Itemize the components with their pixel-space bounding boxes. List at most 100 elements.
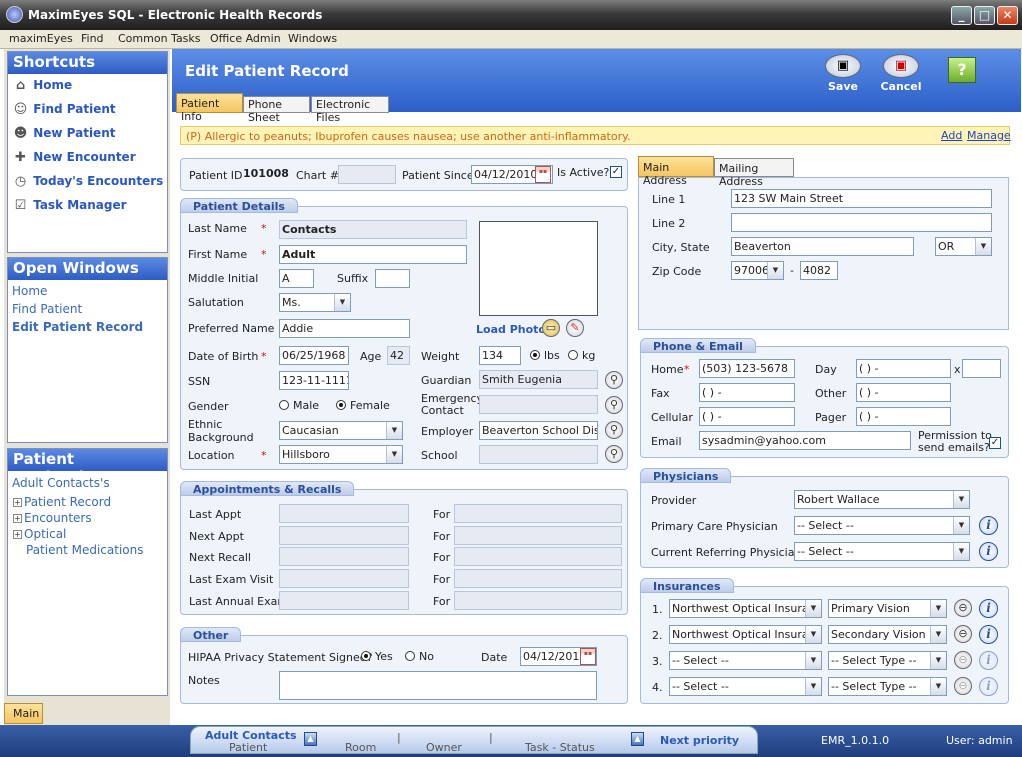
open-window-home[interactable]: Home xyxy=(12,284,47,298)
ethnic-select[interactable]: Caucasian xyxy=(279,421,403,440)
allergy-add-link[interactable]: Add xyxy=(941,129,962,142)
nav-patient-medications[interactable]: Patient Medications xyxy=(26,543,143,557)
menu-maximeyes[interactable]: maximEyes xyxy=(9,32,73,45)
pcp-select[interactable]: -- Select -- xyxy=(794,516,970,535)
load-photo-link[interactable]: Load Photo xyxy=(476,323,546,336)
first-name-field[interactable]: Adult xyxy=(279,245,467,264)
maximize-button[interactable]: □ xyxy=(974,6,995,25)
insurance-type-select[interactable]: -- Select Type -- xyxy=(828,651,947,670)
state-select[interactable]: OR xyxy=(935,237,992,256)
school-field[interactable] xyxy=(479,445,598,464)
hipaa-yes-radio[interactable]: Yes xyxy=(361,650,393,663)
cellular-field[interactable]: ( ) - xyxy=(699,407,795,426)
unlink-icon[interactable]: ⊖ xyxy=(954,625,972,643)
employer-search-icon[interactable]: ⚲ xyxy=(605,421,623,439)
fax-field[interactable]: ( ) - xyxy=(699,383,795,402)
lbs-radio[interactable]: lbs xyxy=(530,349,560,362)
provider-select[interactable]: Robert Wallace xyxy=(794,490,970,509)
menu-find[interactable]: Find xyxy=(81,32,104,45)
shortcut-task-manager[interactable]: ☑ Task Manager xyxy=(12,198,127,213)
tab-main-address[interactable]: Main Address xyxy=(638,156,714,187)
line2-field[interactable] xyxy=(731,213,992,232)
male-radio[interactable]: Male xyxy=(279,399,319,412)
notes-field[interactable] xyxy=(279,671,597,700)
nav-optical[interactable]: + Optical xyxy=(13,527,66,541)
permission-checkbox[interactable]: ✓ xyxy=(989,437,1001,449)
shortcut-find-patient[interactable]: ☺ Find Patient xyxy=(12,102,116,117)
menu-common-tasks[interactable]: Common Tasks xyxy=(118,32,201,45)
insurance-select[interactable]: -- Select -- xyxy=(669,651,822,670)
insurance-type-select[interactable]: Primary Vision xyxy=(828,599,947,618)
tab-mailing-address[interactable]: Mailing Address xyxy=(714,158,794,188)
chart-field[interactable] xyxy=(338,165,396,184)
help-button[interactable]: ? xyxy=(948,57,976,83)
insurance-info-icon[interactable]: i xyxy=(979,677,998,696)
female-radio[interactable]: Female xyxy=(336,399,390,412)
city-field[interactable]: Beaverton xyxy=(731,237,914,256)
school-search-icon[interactable]: ⚲ xyxy=(605,445,623,463)
suffix-field[interactable] xyxy=(375,269,410,288)
salutation-select[interactable]: Ms. xyxy=(279,293,351,312)
next-priority-up-arrow-icon[interactable]: ▲ xyxy=(631,732,644,746)
shortcut-new-encounter[interactable]: ✚ New Encounter xyxy=(12,150,136,165)
save-button[interactable]: ▣ Save xyxy=(822,54,864,93)
pager-field[interactable]: ( ) - xyxy=(856,407,951,426)
zip-select[interactable]: 97006 xyxy=(731,261,784,280)
shortcut-home[interactable]: ⌂ Home xyxy=(12,78,72,93)
emergency-search-icon[interactable]: ⚲ xyxy=(605,396,623,414)
insurance-info-icon[interactable]: i xyxy=(979,651,998,670)
emergency-contact-field[interactable] xyxy=(479,395,598,414)
shortcut-todays-encounters[interactable]: ◷ Today's Encounters xyxy=(12,174,163,189)
nav-patient-record[interactable]: + Patient Record xyxy=(13,495,111,509)
line1-field[interactable]: 123 SW Main Street xyxy=(731,189,992,208)
nav-root[interactable]: Adult Contacts's xyxy=(12,476,110,490)
weight-field[interactable]: 134 xyxy=(479,346,521,365)
insurance-type-select[interactable]: Secondary Vision xyxy=(828,625,947,644)
home-phone-field[interactable]: (503) 123-5678 xyxy=(699,359,795,378)
unlink-icon[interactable]: ⊖ xyxy=(954,677,972,695)
unlink-icon[interactable]: ⊖ xyxy=(954,599,972,617)
extension-field[interactable] xyxy=(962,359,1001,378)
insurance-select[interactable]: Northwest Optical Insurance xyxy=(669,599,822,618)
tab-phone-sheet[interactable]: Phone Sheet xyxy=(243,96,310,124)
kg-radio[interactable]: kg xyxy=(568,349,595,362)
last-name-field[interactable]: Contacts xyxy=(279,220,467,239)
main-tab[interactable]: Main xyxy=(4,703,43,724)
referring-info-icon[interactable]: i xyxy=(979,542,998,561)
status-up-arrow-icon[interactable]: ▲ xyxy=(304,732,317,746)
dob-field[interactable]: 06/25/1968 xyxy=(279,346,349,365)
preferred-name-field[interactable]: Addie xyxy=(279,319,410,338)
insurance-select[interactable]: -- Select -- xyxy=(669,677,822,696)
minimize-button[interactable]: _ xyxy=(951,6,972,25)
shortcut-new-patient[interactable]: ☻ New Patient xyxy=(12,126,116,141)
calendar-icon[interactable]: ▪▪ xyxy=(580,648,596,665)
close-button[interactable]: ✕ xyxy=(997,6,1018,25)
hipaa-no-radio[interactable]: No xyxy=(405,650,434,663)
load-photo-folder-icon[interactable]: ▭ xyxy=(542,319,560,337)
email-field[interactable]: sysadmin@yahoo.com xyxy=(699,431,911,450)
nav-encounters[interactable]: + Encounters xyxy=(13,511,92,525)
open-window-edit-patient-record[interactable]: Edit Patient Record xyxy=(12,320,143,334)
location-select[interactable]: Hillsboro xyxy=(279,445,403,464)
other-phone-field[interactable]: ( ) - xyxy=(856,383,951,402)
employer-field[interactable]: Beaverton School District xyxy=(479,421,598,440)
calendar-icon[interactable]: ▪▪ xyxy=(535,166,551,183)
insurance-info-icon[interactable]: i xyxy=(979,625,998,644)
cancel-button[interactable]: ▣ Cancel xyxy=(880,54,922,93)
insurance-select[interactable]: Northwest Optical Insurance xyxy=(669,625,822,644)
guardian-field[interactable]: Smith Eugenia xyxy=(479,370,598,389)
middle-initial-field[interactable]: A xyxy=(279,269,314,288)
next-priority-button[interactable]: Next priority xyxy=(660,734,739,747)
insurance-type-select[interactable]: -- Select Type -- xyxy=(828,677,947,696)
unlink-icon[interactable]: ⊖ xyxy=(954,651,972,669)
day-phone-field[interactable]: ( ) - xyxy=(856,359,951,378)
is-active-checkbox[interactable]: ✓ xyxy=(610,166,622,178)
allergy-manage-link[interactable]: Manage xyxy=(967,129,1011,142)
referring-physician-select[interactable]: -- Select -- xyxy=(794,542,970,561)
guardian-search-icon[interactable]: ⚲ xyxy=(605,371,623,389)
tab-patient-info[interactable]: Patient Info xyxy=(176,93,243,123)
tab-electronic-files[interactable]: Electronic Files xyxy=(311,96,389,124)
open-window-find-patient[interactable]: Find Patient xyxy=(12,302,82,316)
menu-windows[interactable]: Windows xyxy=(288,32,337,45)
remove-photo-icon[interactable]: ✎ xyxy=(566,319,584,337)
